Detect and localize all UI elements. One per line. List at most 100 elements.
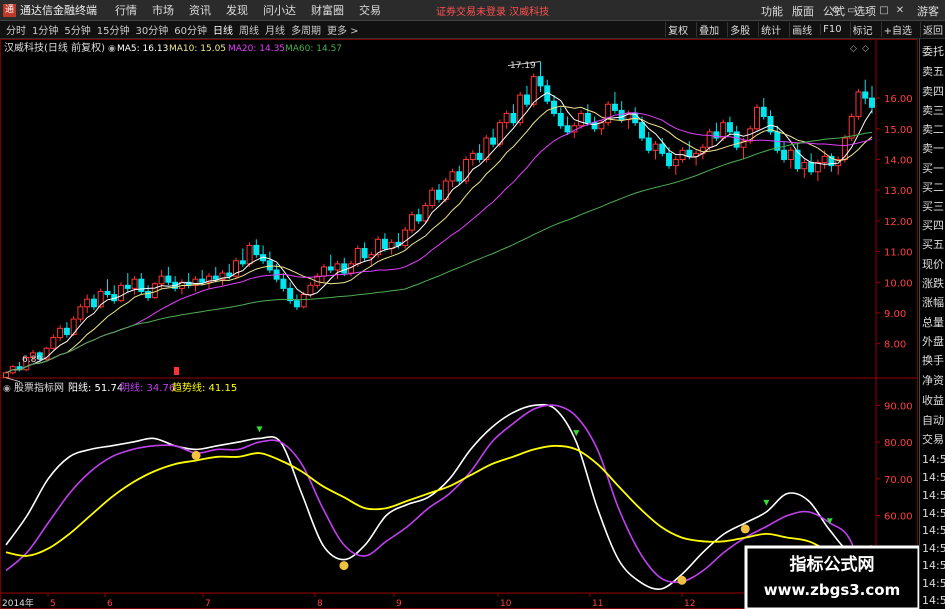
login-notice[interactable]: 证券交易未登录 汉威科技 [436,3,549,18]
candle-body[interactable] [787,149,794,160]
toolbar-button[interactable]: 叠加 [696,22,721,37]
period-tab[interactable]: 15分钟 [97,22,130,37]
period-tab[interactable]: 月线 [265,22,285,37]
candle-body[interactable] [145,290,152,299]
candle-body[interactable] [537,76,544,87]
candle-body[interactable] [530,76,537,105]
candle-body[interactable] [320,266,327,277]
candle-body[interactable] [341,263,348,274]
period-tab[interactable]: 30分钟 [135,22,168,37]
candle-body[interactable] [84,298,91,308]
diamond-icon[interactable]: ◇ [850,44,857,54]
expand-icon[interactable]: ◇ [862,44,869,54]
sidebar-item[interactable]: 14:50 [922,490,945,502]
sidebar-item[interactable]: 总量 [922,317,945,329]
candle-body[interactable] [801,162,808,170]
candle-body[interactable] [307,284,314,296]
menu-item-function[interactable]: 功能 [761,3,783,19]
toolbar-button[interactable]: 多股 [727,22,752,37]
candle-body[interactable] [266,260,273,271]
sidebar-item[interactable]: 14:50 [922,472,945,484]
sidebar-item[interactable]: 14:50 [922,560,945,572]
candle-body[interactable] [158,275,165,285]
sidebar-item[interactable]: 14:50 [922,508,945,520]
candle-body[interactable] [239,260,246,265]
sidebar-item[interactable]: 外盘 [922,336,945,348]
candle-body[interactable] [408,214,415,231]
candle-body[interactable] [429,189,436,207]
candle-body[interactable] [354,248,361,265]
minimize-icon[interactable]: – [861,4,875,17]
toolbar-button[interactable]: 画线 [789,22,814,37]
menu-item-news[interactable]: 资讯 [189,2,211,18]
sidebar-item[interactable]: 买二 [922,182,945,194]
toolbar-button[interactable]: 复权 [665,22,690,37]
candle-body[interactable] [781,149,788,160]
candle-body[interactable] [199,278,206,283]
sidebar-item[interactable]: 卖一 [922,143,945,155]
chart-area[interactable]: 5 6 7 8 9 10 11 12 16.00 15.00 14.00 13.00 12.00 11.… [0,39,945,609]
sidebar-item[interactable]: 卖三 [922,105,945,117]
candle-body[interactable] [287,287,294,302]
candle-body[interactable] [131,278,138,289]
candle-body[interactable] [584,112,591,124]
candle-body[interactable] [564,125,571,133]
indicator-settings-icon[interactable]: ◉ [3,384,11,394]
toolbar-button[interactable]: 标记 [849,22,875,37]
period-tab[interactable]: 分时 [6,22,26,37]
menu-item-trade[interactable]: 交易 [359,2,381,18]
period-tab[interactable]: 1分钟 [32,22,58,37]
sidebar-item[interactable]: 买五 [922,239,945,251]
period-tab[interactable]: 日线 [213,22,233,37]
candle-body[interactable] [618,109,625,121]
candle-body[interactable] [300,294,307,308]
candle-body[interactable] [280,278,287,289]
sidebar-item[interactable]: 卖五 [922,66,945,78]
period-tab[interactable]: 60分钟 [174,22,207,37]
sidebar-item[interactable]: 现价 [922,259,945,271]
candle-body[interactable] [638,122,645,139]
sidebar-item[interactable]: 自动 [922,415,945,427]
candle-body[interactable] [760,106,767,118]
candle-body[interactable] [77,306,84,320]
candle-body[interactable] [659,143,666,154]
candle-body[interactable] [327,266,334,271]
candle-body[interactable] [578,112,585,127]
candle-body[interactable] [361,248,368,259]
maximize-icon[interactable]: □ [877,4,891,17]
candle-body[interactable] [510,112,517,124]
candle-body[interactable] [104,290,111,296]
sidebar-item[interactable]: 买一 [922,163,945,175]
candle-body[interactable] [3,372,9,378]
candle-body[interactable] [456,171,463,182]
candle-body[interactable] [253,244,260,256]
toolbar-button[interactable]: +自选 [880,22,914,37]
toolbar-button[interactable]: 统计 [758,22,783,37]
menu-item-layout[interactable]: 版面 [792,3,814,19]
candle-body[interactable] [381,238,388,250]
candle-body[interactable] [490,137,497,145]
candle-body[interactable] [165,275,172,283]
sidebar-item[interactable]: 买三 [922,201,945,213]
menu-item-wealth[interactable]: 财富圈 [311,2,344,18]
candle-body[interactable] [523,94,530,105]
close-icon[interactable]: ✕ [893,4,907,17]
candle-body[interactable] [862,91,869,99]
sidebar-item[interactable]: 买四 [922,220,945,232]
guest-label[interactable]: 游客 [917,3,939,19]
candle-body[interactable] [415,214,422,222]
candle-body[interactable] [808,162,815,173]
sidebar-item[interactable]: 14:50 [922,454,945,466]
candle-body[interactable] [720,122,727,139]
indicator-settings-icon[interactable]: ◉ [108,44,116,54]
sidebar-item[interactable]: 收益 [922,395,945,407]
sidebar-item[interactable]: 交易 [922,434,945,446]
candle-body[interactable] [517,94,524,124]
candle-body[interactable] [212,275,219,280]
candle-body[interactable] [848,116,855,139]
period-tab[interactable]: 多周期 [291,22,321,37]
candle-body[interactable] [503,112,510,124]
candle-body[interactable] [706,131,713,148]
sidebar-item[interactable]: 净资 [922,375,945,387]
candle-body[interactable] [402,229,409,246]
